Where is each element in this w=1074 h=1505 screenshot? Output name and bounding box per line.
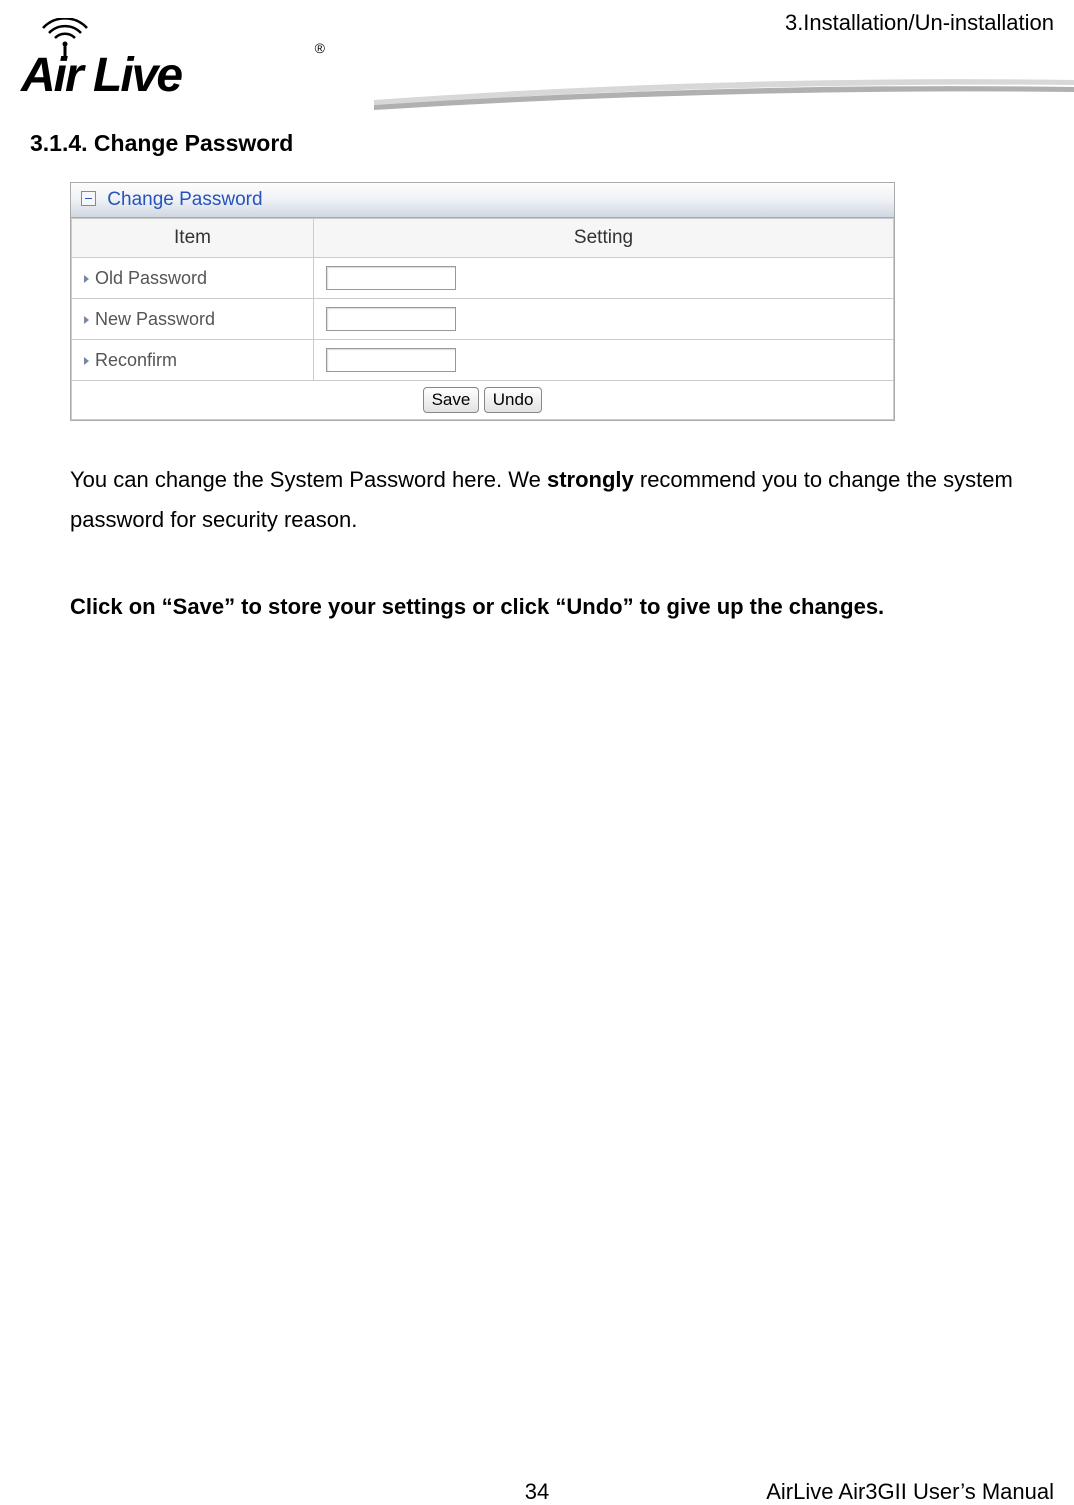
row-label: Reconfirm xyxy=(95,350,177,370)
panel-title-text: Change Password xyxy=(107,189,262,210)
brand-logo-text: Air Live xyxy=(21,48,181,103)
chapter-reference: 3.Installation/Un-installation xyxy=(785,10,1054,36)
paragraph-2: Click on “Save” to store your settings o… xyxy=(70,587,1049,627)
triangle-bullet-icon xyxy=(84,275,89,283)
panel-titlebar: Change Password xyxy=(71,183,894,218)
triangle-bullet-icon xyxy=(84,316,89,324)
row-label: Old Password xyxy=(95,268,207,288)
column-header-setting: Setting xyxy=(314,219,894,258)
registered-mark-icon: ® xyxy=(315,40,325,56)
button-row: Save Undo xyxy=(71,381,894,420)
table-row: New Password xyxy=(72,299,894,340)
page-number: 34 xyxy=(525,1479,549,1505)
table-header-row: Item Setting xyxy=(72,219,894,258)
table-row: Reconfirm xyxy=(72,340,894,381)
change-password-panel: Change Password Item Setting Old Passwor… xyxy=(70,182,895,421)
old-password-field[interactable] xyxy=(326,266,456,290)
undo-button[interactable]: Undo xyxy=(484,387,543,413)
new-password-field[interactable] xyxy=(326,307,456,331)
reconfirm-password-field[interactable] xyxy=(326,348,456,372)
section-heading: 3.1.4. Change Password xyxy=(30,130,293,157)
triangle-bullet-icon xyxy=(84,357,89,365)
save-button[interactable]: Save xyxy=(423,387,480,413)
table-row: Old Password xyxy=(72,258,894,299)
collapse-toggle-icon[interactable] xyxy=(81,191,96,206)
manual-title: AirLive Air3GII User’s Manual xyxy=(766,1479,1054,1505)
decorative-swoosh xyxy=(374,70,1074,110)
brand-logo: Air Live ® xyxy=(15,10,315,100)
row-label: New Password xyxy=(95,309,215,329)
paragraph-1: You can change the System Password here.… xyxy=(70,460,1049,540)
p1-emphasis: strongly xyxy=(547,467,634,492)
p1-part-a: You can change the System Password here.… xyxy=(70,467,547,492)
column-header-item: Item xyxy=(72,219,314,258)
